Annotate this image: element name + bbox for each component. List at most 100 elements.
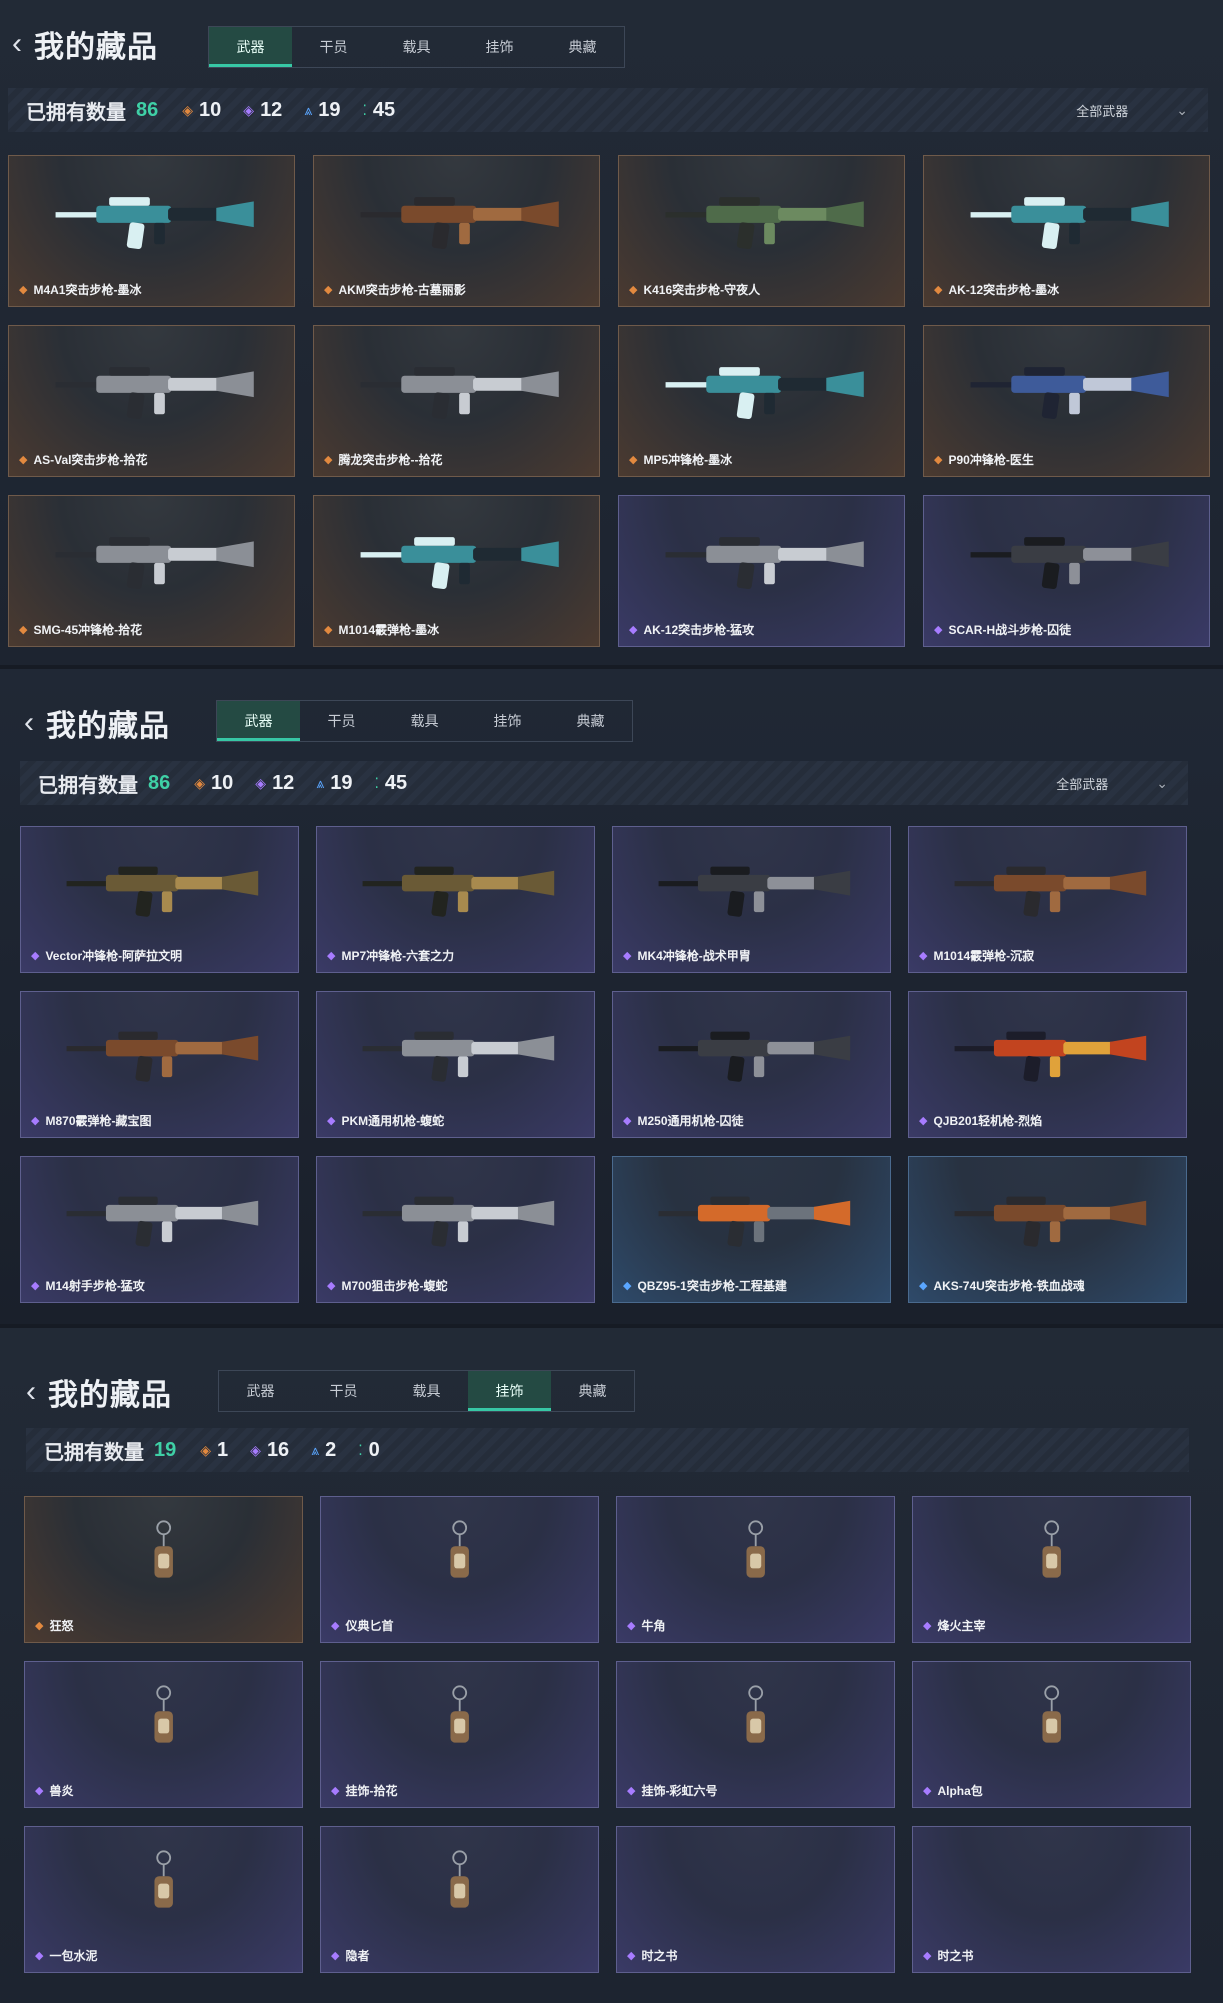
collection-item-card[interactable]: ◆ 挂饰-彩虹六号: [616, 1661, 895, 1808]
weapon-filter-dropdown[interactable]: 全部武器 ⌄: [1076, 88, 1188, 132]
item-name: Vector冲锋枪-阿萨拉文明: [45, 949, 183, 963]
collection-item-card[interactable]: ◆ SMG-45冲锋枪-拾花: [8, 495, 295, 647]
item-label: ◆ MP5冲锋枪-墨冰: [629, 451, 732, 468]
collection-item-card[interactable]: ◆ QBZ95-1突击步枪-工程基建: [612, 1156, 891, 1303]
collection-item-card[interactable]: ◆ Alpha包: [912, 1661, 1191, 1808]
item-label: ◆ AKS-74U突击步枪-铁血战魂: [919, 1277, 1085, 1294]
item-name: P90冲锋枪-医生: [948, 453, 1034, 467]
rarity-diamond-icon: ◆: [331, 1950, 340, 1962]
tab-0[interactable]: 武器: [209, 27, 292, 67]
collection-item-card[interactable]: ◆ PKM通用机枪-蝮蛇: [316, 991, 595, 1138]
tab-2[interactable]: 载具: [383, 701, 466, 741]
item-label: ◆ PKM通用机枪-蝮蛇: [327, 1112, 444, 1129]
rarity-count: 0: [368, 1438, 380, 1461]
filter-label: 全部武器: [1076, 103, 1129, 119]
collection-item-card[interactable]: ◆ 时之书: [912, 1826, 1191, 1973]
collection-item-card[interactable]: ◆ AK-12突击步枪-猛攻: [618, 495, 905, 647]
item-name: AS-Val突击步枪-拾花: [33, 453, 148, 467]
collection-item-card[interactable]: ◆ 隐者: [320, 1826, 599, 1973]
collection-item-card[interactable]: ◆ M700狙击步枪-蝮蛇: [316, 1156, 595, 1303]
tab-2[interactable]: 载具: [385, 1371, 468, 1411]
rarity-stat-1: ◈ 12: [243, 99, 282, 122]
rarity-stat-2: ⩓ 19: [316, 772, 352, 795]
item-name: 兽炎: [49, 1784, 74, 1798]
tab-3[interactable]: 挂饰: [468, 1371, 551, 1411]
back-arrow-icon[interactable]: ‹: [24, 708, 34, 738]
collection-item-card[interactable]: ◆ M14射手步枪-猛攻: [20, 1156, 299, 1303]
weapon-image: [49, 1180, 271, 1253]
tab-4[interactable]: 典藏: [541, 27, 624, 67]
collection-item-card[interactable]: ◆ 兽炎: [24, 1661, 303, 1808]
tab-1[interactable]: 干员: [292, 27, 375, 67]
item-label: ◆ QBZ95-1突击步枪-工程基建: [623, 1277, 787, 1294]
dots-green-icon: ⁚: [358, 1441, 363, 1458]
back-arrow-icon[interactable]: ‹: [12, 29, 22, 59]
item-name: 仪典匕首: [345, 1619, 394, 1633]
rarity-diamond-icon: ◆: [627, 1620, 636, 1632]
item-name: M870霰弹枪-藏宝图: [45, 1114, 152, 1128]
collection-item-card[interactable]: ◆ Vector冲锋枪-阿萨拉文明: [20, 826, 299, 973]
collection-item-card[interactable]: ◆ 烽火主宰: [912, 1496, 1191, 1643]
collection-item-card[interactable]: ◆ 挂饰-拾花: [320, 1661, 599, 1808]
item-name: QJB201轻机枪-烈焰: [933, 1114, 1043, 1128]
panel-divider: [0, 1324, 1223, 1328]
collection-item-card[interactable]: ◆ M250通用机枪-囚徒: [612, 991, 891, 1138]
weapon-image: [343, 520, 571, 595]
rarity-diamond-icon: ◆: [327, 950, 336, 962]
collection-item-card[interactable]: ◆ 腾龙突击步枪--拾花: [313, 325, 600, 477]
weapon-image: [648, 180, 876, 255]
tab-1[interactable]: 干员: [302, 1371, 385, 1411]
collection-item-card[interactable]: ◆ 仪典匕首: [320, 1496, 599, 1643]
collection-item-card[interactable]: ◆ MP7冲锋枪-六套之力: [316, 826, 595, 973]
collection-item-card[interactable]: ◆ MP5冲锋枪-墨冰: [618, 325, 905, 477]
collection-item-card[interactable]: ◆ AKS-74U突击步枪-铁血战魂: [908, 1156, 1187, 1303]
tab-3[interactable]: 挂饰: [458, 27, 541, 67]
panel-header: ‹ 我的藏品: [12, 22, 158, 66]
collection-item-card[interactable]: ◆ AS-Val突击步枪-拾花: [8, 325, 295, 477]
weapon-image: [641, 850, 863, 923]
rarity-diamond-icon: ◆: [934, 284, 943, 296]
back-arrow-icon[interactable]: ‹: [26, 1377, 36, 1407]
rarity-diamond-icon: ◆: [19, 624, 28, 636]
collection-item-card[interactable]: ◆ 一包水泥: [24, 1826, 303, 1973]
weapon-filter-dropdown[interactable]: 全部武器 ⌄: [1056, 761, 1168, 805]
rarity-count: 1: [217, 1438, 229, 1461]
weapon-image: [345, 1180, 567, 1253]
collection-item-card[interactable]: ◆ M870霰弹枪-藏宝图: [20, 991, 299, 1138]
item-name: 挂饰-拾花: [345, 1784, 398, 1798]
item-label: ◆ Vector冲锋枪-阿萨拉文明: [31, 947, 182, 964]
tab-4[interactable]: 典藏: [549, 701, 632, 741]
collection-item-card[interactable]: ◆ QJB201轻机枪-烈焰: [908, 991, 1187, 1138]
collection-item-card[interactable]: ◆ 牛角: [616, 1496, 895, 1643]
tab-3[interactable]: 挂饰: [466, 701, 549, 741]
tab-0[interactable]: 武器: [219, 1371, 302, 1411]
item-name: 牛角: [641, 1619, 666, 1633]
item-label: ◆ 时之书: [627, 1947, 677, 1964]
item-label: ◆ MP7冲锋枪-六套之力: [327, 947, 454, 964]
item-name: 狂怒: [49, 1619, 74, 1633]
owned-label: 已拥有数量: [44, 1441, 144, 1464]
collection-item-card[interactable]: ◆ AKM突击步枪-古墓丽影: [313, 155, 600, 307]
collection-item-card[interactable]: ◆ M1014霰弹枪-墨冰: [313, 495, 600, 647]
item-name: 烽火主宰: [937, 1619, 986, 1633]
rarity-stat-2: ⩓ 2: [311, 1439, 336, 1462]
rarity-count: 19: [318, 98, 341, 121]
collection-item-card[interactable]: ◆ SCAR-H战斗步枪-囚徒: [923, 495, 1210, 647]
collection-item-card[interactable]: ◆ P90冲锋枪-医生: [923, 325, 1210, 477]
tab-2[interactable]: 载具: [375, 27, 458, 67]
collection-item-card[interactable]: ◆ MK4冲锋枪-战术甲胄: [612, 826, 891, 973]
collection-item-card[interactable]: ◆ AK-12突击步枪-墨冰: [923, 155, 1210, 307]
diamond-purple-icon: ◈: [255, 774, 267, 791]
item-label: ◆ M700狙击步枪-蝮蛇: [327, 1277, 447, 1294]
collection-item-card[interactable]: ◆ M4A1突击步枪-墨冰: [8, 155, 295, 307]
tab-1[interactable]: 干员: [300, 701, 383, 741]
tab-4[interactable]: 典藏: [551, 1371, 634, 1411]
tab-0[interactable]: 武器: [217, 701, 300, 741]
item-name: AKS-74U突击步枪-铁血战魂: [933, 1279, 1085, 1293]
collection-item-card[interactable]: ◆ M1014霰弹枪-沉寂: [908, 826, 1187, 973]
chevron-down-icon: ⌄: [1156, 774, 1168, 791]
collection-item-card[interactable]: ◆ 时之书: [616, 1826, 895, 1973]
collection-item-card[interactable]: ◆ 狂怒: [24, 1496, 303, 1643]
collection-item-card[interactable]: ◆ K416突击步枪-守夜人: [618, 155, 905, 307]
rarity-diamond-icon: ◆: [934, 454, 943, 466]
